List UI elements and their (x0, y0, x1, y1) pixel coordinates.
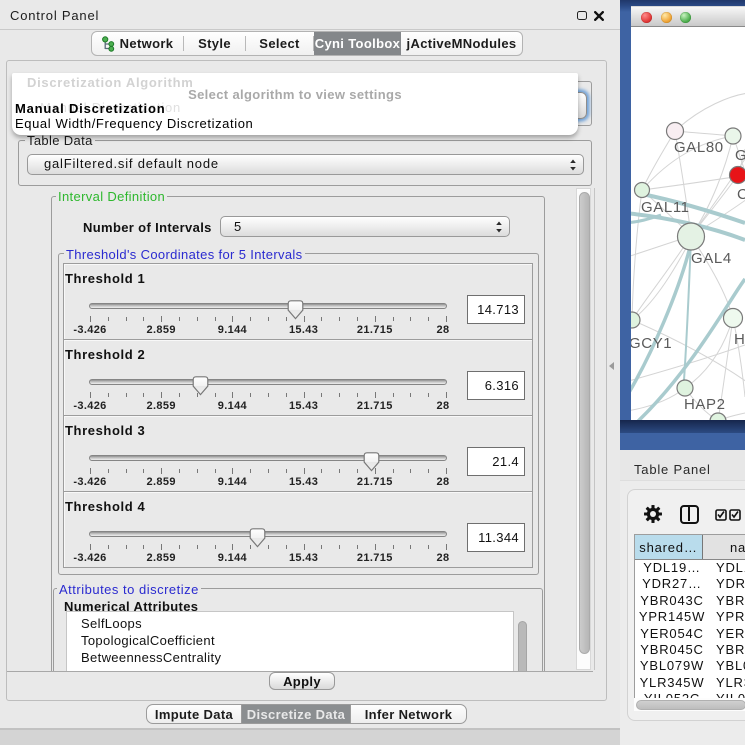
svg-text:HAP2: HAP2 (684, 396, 726, 413)
svg-text:C: C (737, 186, 745, 203)
svg-text:GAL80: GAL80 (674, 139, 724, 156)
svg-text:GAL4: GAL4 (691, 250, 732, 267)
svg-text:H: H (734, 331, 745, 348)
svg-text:GAL11: GAL11 (641, 199, 690, 216)
svg-text:GA: GA (735, 147, 745, 164)
svg-text:GCY1: GCY1 (631, 335, 672, 352)
